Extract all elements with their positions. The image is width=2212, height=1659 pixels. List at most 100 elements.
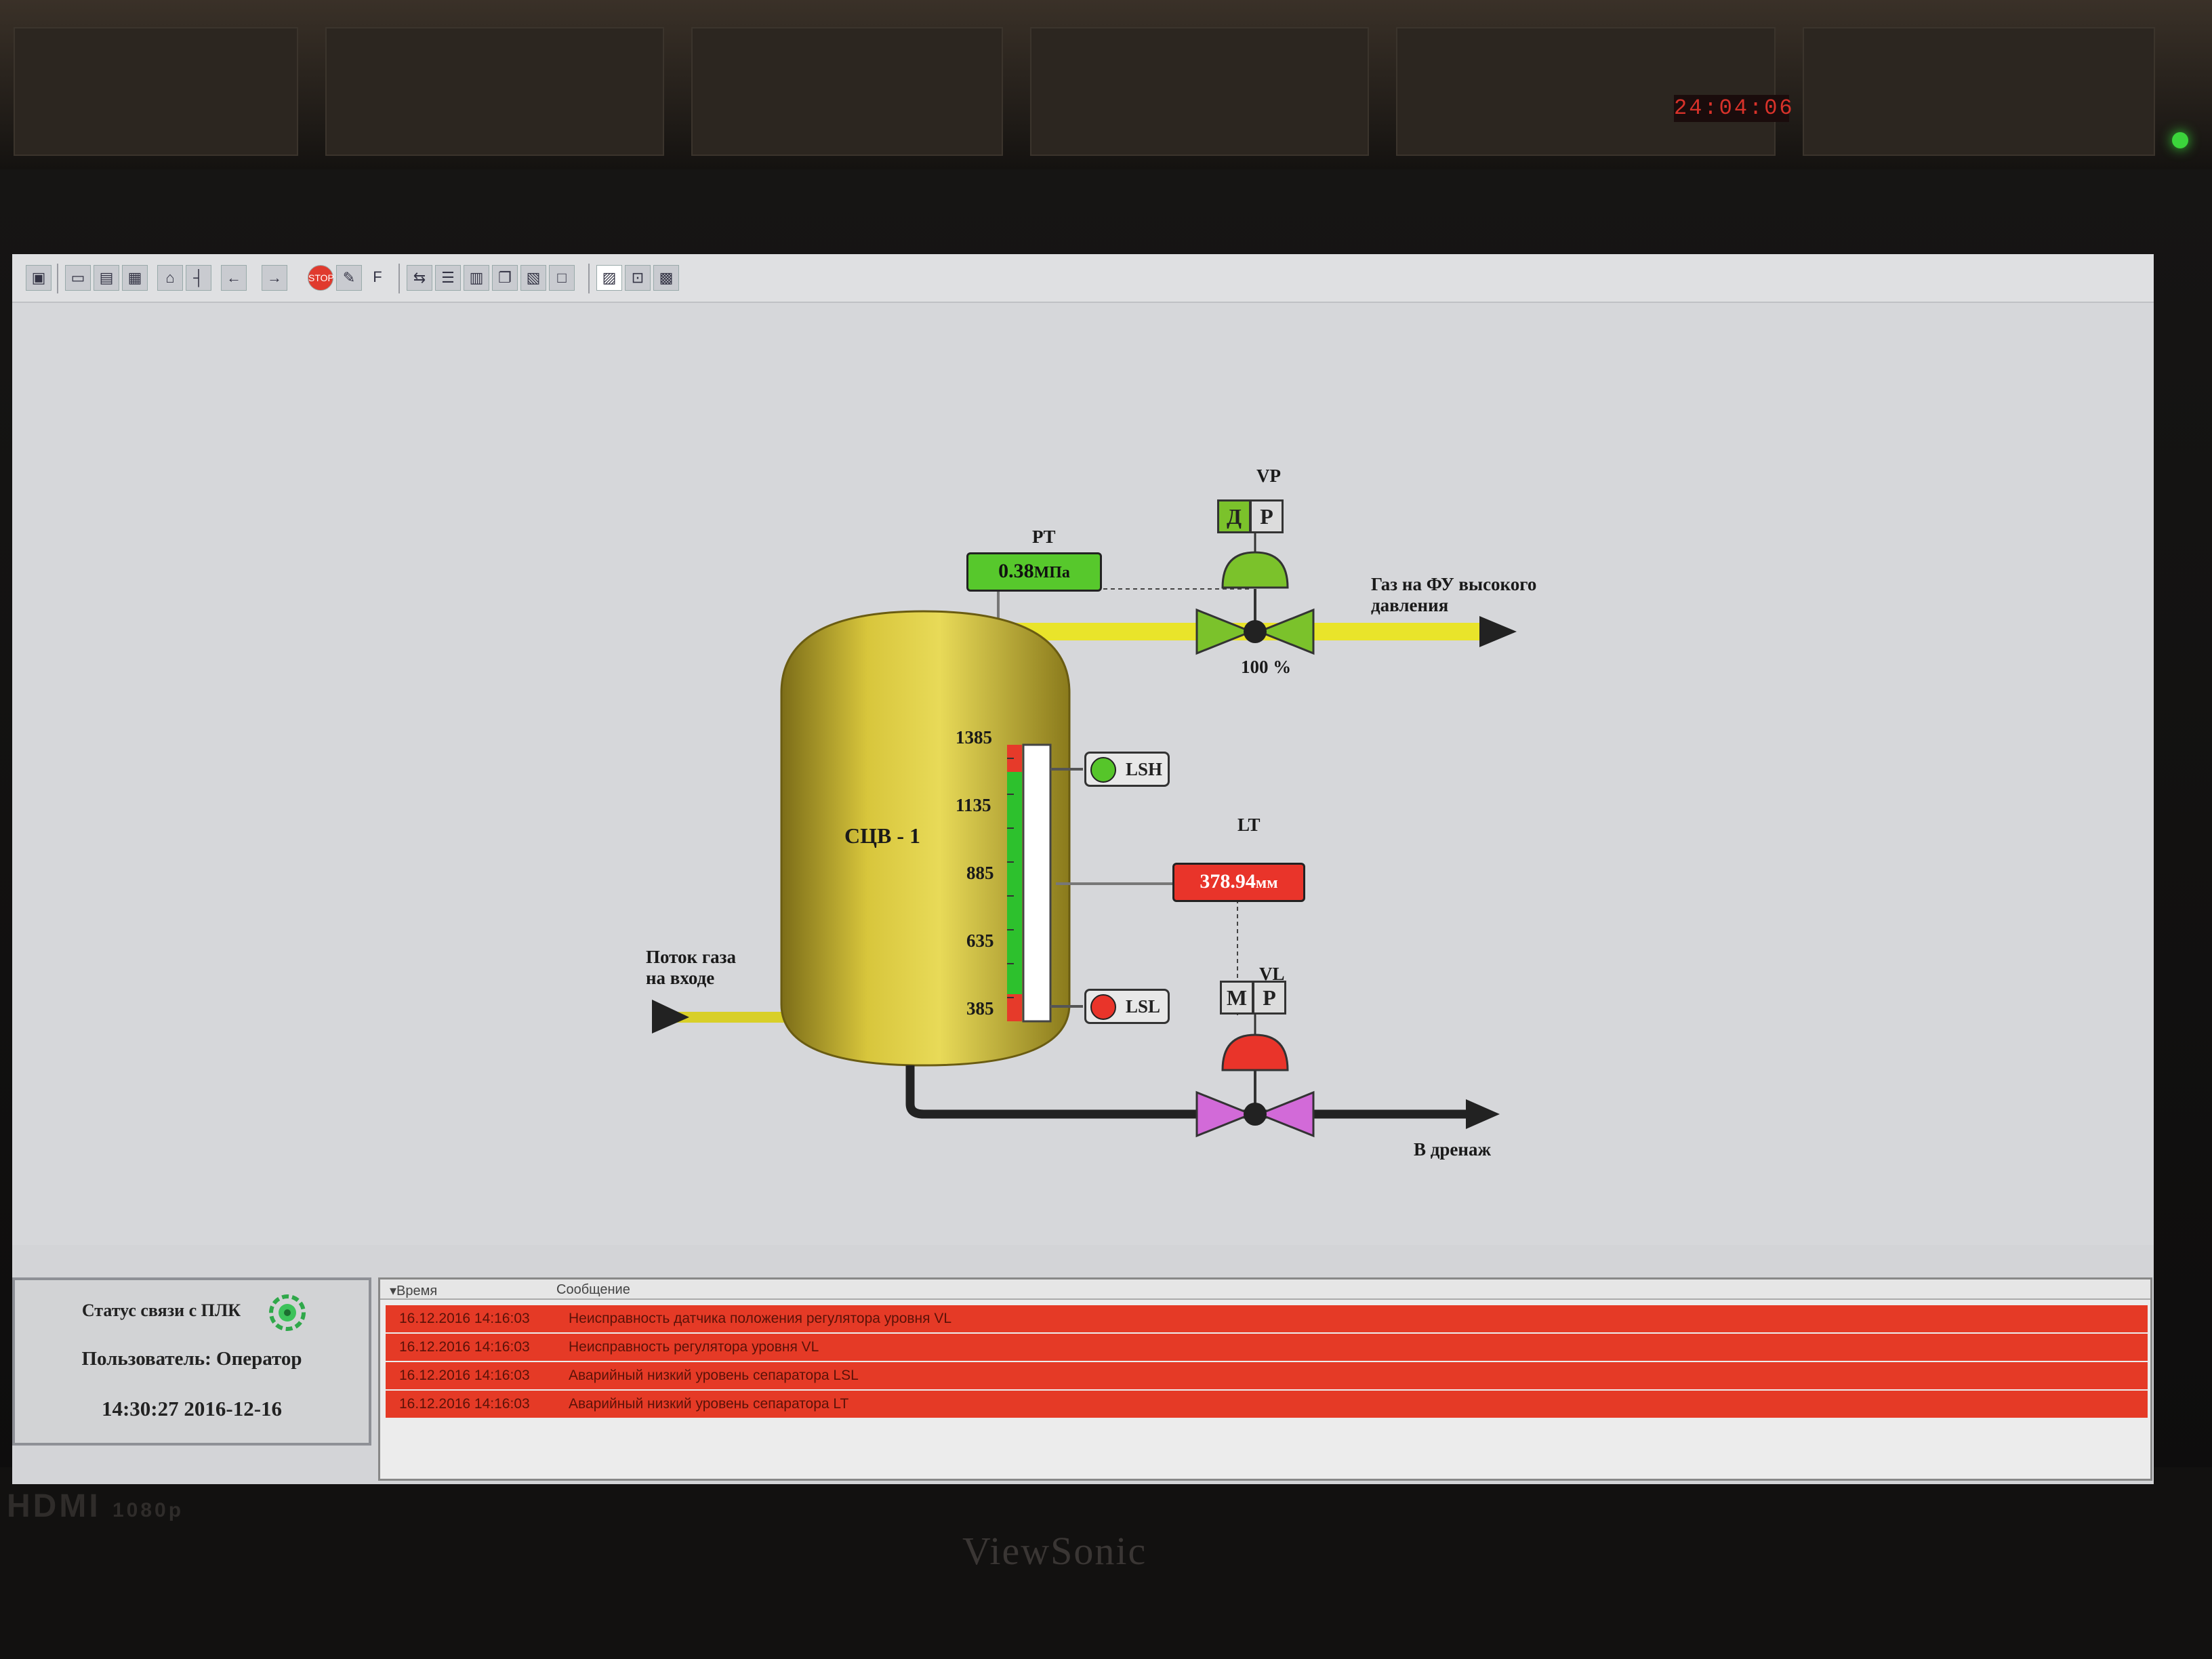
divider (588, 264, 590, 293)
chart-icon[interactable]: ⊡ (625, 265, 651, 291)
vp-valve-left[interactable] (1195, 608, 1254, 655)
tank-name: СЦВ - 1 (844, 823, 920, 848)
lt-tag: LT (1237, 815, 1261, 835)
vl-valve-left[interactable] (1195, 1090, 1254, 1138)
stop-icon[interactable]: STOP (308, 265, 334, 291)
vp-position: 100 % (1241, 657, 1292, 677)
lt-unit: мм (1255, 874, 1278, 892)
alarm-message: Неисправность датчика положения регулято… (569, 1311, 952, 1326)
cabinet (1396, 27, 1776, 156)
cabinet (1803, 27, 2155, 156)
list-icon[interactable]: ☰ (435, 265, 461, 291)
level-scale-label: 635 (966, 930, 994, 951)
window2-icon[interactable]: ▤ (94, 265, 119, 291)
vl-mode-regulator-button[interactable]: Р (1252, 981, 1286, 1015)
cabinet (325, 27, 664, 156)
lsh-tag: LSH (1126, 759, 1163, 779)
lsh-lamp-icon (1090, 757, 1116, 783)
lsh-switch[interactable]: LSH (1084, 752, 1170, 787)
divider (57, 264, 58, 293)
plc-connection-icon (269, 1294, 306, 1331)
vp-tag: VP (1256, 466, 1281, 486)
lsl-tag: LSL (1126, 996, 1161, 1017)
drain-label: В дренаж (1414, 1139, 1492, 1160)
lsl-lamp-icon (1090, 994, 1116, 1020)
status-light-icon (2172, 132, 2188, 148)
status-panel: Статус связи с ПЛК Пользователь: Операто… (12, 1277, 371, 1446)
cabinet (691, 27, 1003, 156)
back-icon[interactable]: ← (221, 265, 247, 291)
vl-actuator[interactable] (1221, 1033, 1289, 1071)
process-diagram (652, 530, 1517, 1138)
vl-valve-right[interactable] (1256, 1090, 1315, 1138)
vp-valve-hub (1244, 620, 1267, 643)
grid-icon[interactable]: ▦ (122, 265, 148, 291)
vl-mode-manual-button[interactable]: М (1220, 981, 1254, 1015)
copy-icon[interactable]: ❐ (492, 265, 518, 291)
alarm-time: 16.12.2016 14:16:03 (399, 1368, 530, 1383)
vp-mode-auto-button[interactable]: Д (1217, 499, 1251, 533)
alarm-message: Аварийный низкий уровень сепаратора LSL (569, 1368, 859, 1383)
alarm-row[interactable]: 16.12.2016 14:16:03 Неисправность датчик… (386, 1305, 2148, 1332)
window-icon[interactable]: ▭ (65, 265, 91, 291)
vl-valve-hub (1244, 1103, 1267, 1126)
inlet-arrow-icon (652, 1000, 689, 1033)
alarm-list[interactable]: ▾Время Сообщение 16.12.2016 14:16:03 Неи… (378, 1277, 2152, 1481)
lt-value-box[interactable]: 378.94мм (1172, 863, 1305, 902)
monitor-brand: ViewSonic (962, 1529, 1147, 1573)
alarm-time: 16.12.2016 14:16:03 (399, 1311, 530, 1326)
pt-tag: PT (1032, 527, 1056, 547)
edit-icon[interactable]: ✎ (336, 265, 362, 291)
alarm-row[interactable]: 16.12.2016 14:16:03 Аварийный низкий уро… (386, 1391, 2148, 1418)
home-icon[interactable]: ⌂ (157, 265, 183, 291)
cabinet (1030, 27, 1369, 156)
drain-pipe (905, 1065, 1466, 1119)
blank-icon[interactable]: □ (549, 265, 575, 291)
col-message-header[interactable]: Сообщение (556, 1282, 630, 1298)
led-readout: 24:04:06 (1674, 95, 1795, 122)
trend-icon[interactable]: ▧ (520, 265, 546, 291)
level-indicator (1022, 743, 1052, 1023)
alarm-list-header: ▾Время Сообщение (380, 1279, 2150, 1300)
pt-value: 0.38 (998, 560, 1034, 582)
level-scale-label: 1385 (956, 727, 992, 747)
col-time-header[interactable]: ▾Время (390, 1282, 437, 1299)
divider (398, 264, 400, 293)
alarm-row[interactable]: 16.12.2016 14:16:03 Аварийный низкий уро… (386, 1362, 2148, 1389)
inlet-label: Поток газа на входе (646, 947, 736, 988)
cabinet (14, 27, 298, 156)
lsl-switch[interactable]: LSL (1084, 989, 1170, 1024)
vp-valve-right[interactable] (1256, 608, 1315, 655)
pt-unit: МПа (1033, 564, 1070, 581)
alarm-time: 16.12.2016 14:16:03 (399, 1339, 530, 1355)
process-mimic: СЦВ - 1 Поток газа на входе Газ на ФУ вы… (12, 303, 2154, 1245)
alarm-time: 16.12.2016 14:16:03 (399, 1396, 530, 1412)
outlet-arrow-icon (1479, 616, 1517, 647)
forward-icon[interactable]: → (262, 265, 287, 291)
background-room: 24:04:06 (0, 0, 2212, 169)
vp-mode-manual-button[interactable]: Р (1250, 499, 1284, 533)
level-scale-green (1007, 745, 1022, 1021)
f-icon[interactable]: F (365, 265, 390, 291)
level-scale-label: 1135 (956, 795, 991, 815)
level-scale-label: 885 (966, 863, 994, 883)
alarm-message: Аварийный низкий уровень сепаратора LT (569, 1396, 849, 1412)
current-datetime: 14:30:27 2016-12-16 (101, 1397, 283, 1420)
alarm-message: Неисправность регулятора уровня VL (569, 1339, 819, 1355)
hdmi-logo: HDMI 1080p (7, 1488, 184, 1524)
drain-arrow-icon (1466, 1099, 1500, 1129)
user-panel-icon[interactable]: ▨ (596, 265, 622, 291)
monitor-icon[interactable]: ▣ (26, 265, 52, 291)
vp-actuator[interactable] (1221, 551, 1289, 589)
outlet-label: Газ на ФУ высокого давления (1371, 574, 1537, 615)
image-icon[interactable]: ▩ (653, 265, 679, 291)
report-icon[interactable]: ▥ (464, 265, 489, 291)
scada-screen: ▣ ▭ ▤ ▦ ⌂ ┤ ← → STOP ✎ F ⇆ ☰ ▥ ❐ ▧ □ ▨ ⊡… (12, 254, 2154, 1484)
lt-value: 378.94 (1200, 870, 1256, 893)
toolbar: ▣ ▭ ▤ ▦ ⌂ ┤ ← → STOP ✎ F ⇆ ☰ ▥ ❐ ▧ □ ▨ ⊡… (12, 254, 2154, 303)
alarm-row[interactable]: 16.12.2016 14:16:03 Неисправность регуля… (386, 1334, 2148, 1361)
nav-icon[interactable]: ⇆ (407, 265, 432, 291)
tree-icon[interactable]: ┤ (186, 265, 211, 291)
pt-value-box[interactable]: 0.38МПа (966, 552, 1102, 592)
user-label: Пользователь: Оператор (81, 1348, 302, 1370)
